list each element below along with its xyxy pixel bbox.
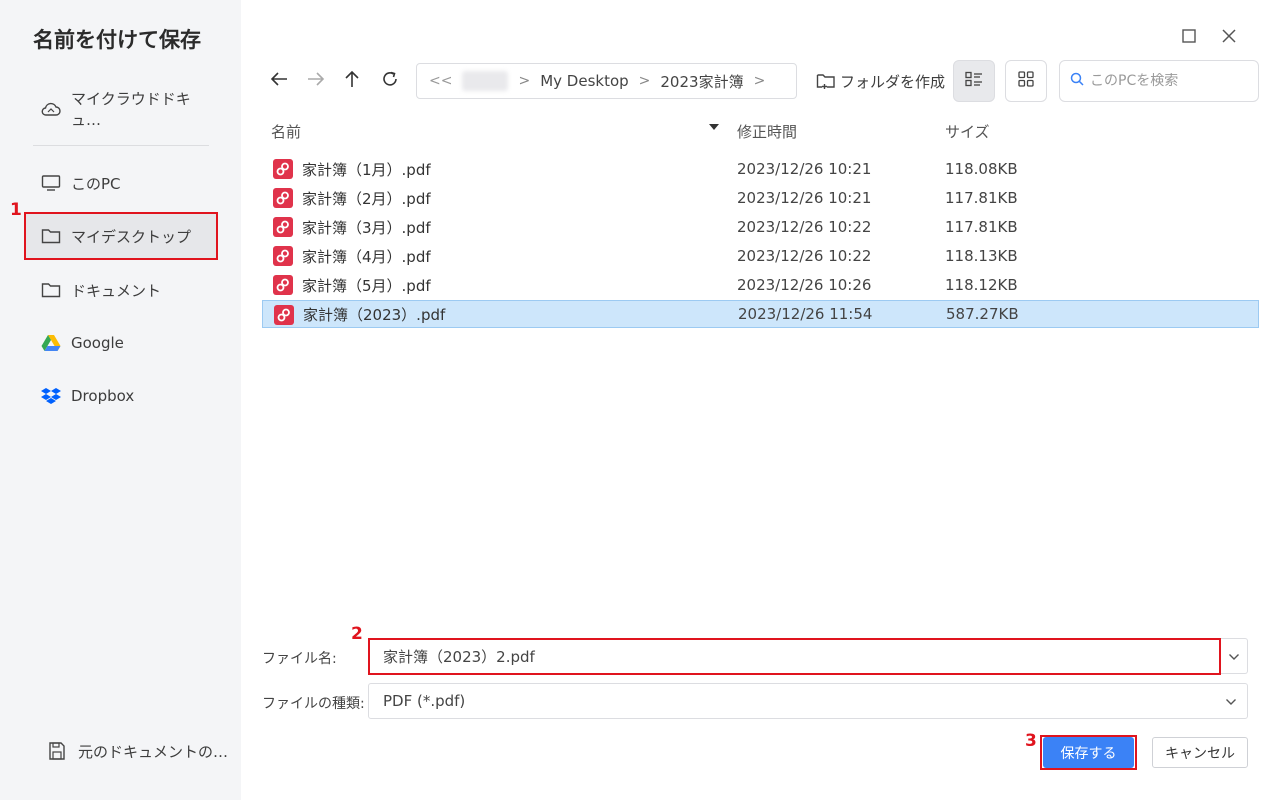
file-size: 587.27KB xyxy=(946,305,1019,323)
file-size: 118.08KB xyxy=(945,160,1018,178)
breadcrumb-item-current[interactable]: 2023家計簿 xyxy=(660,71,743,92)
annotation-box-1 xyxy=(24,212,218,260)
file-size: 118.13KB xyxy=(945,247,1018,265)
annotation-box-2 xyxy=(368,638,1221,675)
pdf-file-icon xyxy=(273,188,293,208)
new-folder-icon xyxy=(816,72,836,90)
arrow-up-icon xyxy=(343,69,361,93)
sidebar-item-label: Dropbox xyxy=(71,387,135,405)
save-original-document-item[interactable]: 元のドキュメントの… xyxy=(46,740,228,762)
dropbox-icon xyxy=(40,385,62,407)
new-folder-label: フォルダを作成 xyxy=(840,72,946,91)
column-header-name[interactable]: 名前 xyxy=(271,121,301,142)
filetype-value: PDF (*.pdf) xyxy=(383,692,466,710)
up-button[interactable] xyxy=(338,67,366,95)
save-original-label: 元のドキュメントの… xyxy=(78,742,229,761)
filetype-select[interactable]: PDF (*.pdf) xyxy=(368,683,1248,719)
column-header-size[interactable]: サイズ xyxy=(945,121,990,142)
maximize-icon xyxy=(1182,29,1196,47)
sidebar-item-dropbox[interactable]: Dropbox xyxy=(25,373,217,419)
pdf-file-icon xyxy=(273,246,293,266)
file-size: 118.12KB xyxy=(945,276,1018,294)
file-modified: 2023/12/26 10:26 xyxy=(737,276,872,294)
file-size: 117.81KB xyxy=(945,218,1018,236)
file-name: 家計簿（3月）.pdf xyxy=(302,218,431,237)
sidebar: 名前を付けて保存 マイクラウドドキュ… このPC マイデスクトップ ドキュメント… xyxy=(0,0,241,800)
sidebar-item-this-pc[interactable]: このPC xyxy=(25,160,217,206)
folder-icon xyxy=(40,279,62,301)
sort-desc-icon[interactable] xyxy=(709,124,719,130)
refresh-button[interactable] xyxy=(376,67,404,95)
cancel-button[interactable]: キャンセル xyxy=(1152,737,1248,768)
maximize-button[interactable] xyxy=(1177,26,1201,50)
chevron-right-icon: > xyxy=(753,73,766,89)
sidebar-divider xyxy=(33,145,209,146)
file-name: 家計簿（2月）.pdf xyxy=(302,189,431,208)
pdf-file-icon xyxy=(273,217,293,237)
chevron-down-icon xyxy=(1225,692,1237,710)
breadcrumb-overflow-button[interactable]: << xyxy=(429,73,452,89)
pdf-file-icon xyxy=(273,159,293,179)
list-view-icon xyxy=(965,71,983,91)
annotation-number-2: 2 xyxy=(351,624,363,644)
forward-button[interactable] xyxy=(302,67,330,95)
file-name: 家計簿（1月）.pdf xyxy=(302,160,431,179)
sidebar-item-label: Google xyxy=(71,334,124,352)
column-header-modified[interactable]: 修正時間 xyxy=(737,121,797,142)
pdf-file-icon xyxy=(274,305,294,325)
sidebar-item-label: ドキュメント xyxy=(71,281,162,300)
annotation-box-3 xyxy=(1040,735,1137,770)
breadcrumb: << > My Desktop > 2023家計簿 > xyxy=(416,63,797,99)
search-icon xyxy=(1070,72,1084,90)
table-row[interactable]: 家計簿（5月）.pdf 2023/12/26 10:26 118.12KB xyxy=(262,271,1259,299)
breadcrumb-hidden-segment[interactable] xyxy=(462,71,509,91)
chevron-right-icon: > xyxy=(638,73,651,89)
sidebar-item-my-cloud[interactable]: マイクラウドドキュ… xyxy=(25,86,217,132)
sidebar-item-google[interactable]: Google xyxy=(25,320,217,366)
close-icon xyxy=(1221,28,1237,48)
refresh-icon xyxy=(380,69,400,93)
file-name: 家計簿（5月）.pdf xyxy=(302,276,431,295)
breadcrumb-item-my-desktop[interactable]: My Desktop xyxy=(540,72,628,90)
file-modified: 2023/12/26 11:54 xyxy=(738,305,873,323)
file-modified: 2023/12/26 10:21 xyxy=(737,160,872,178)
filename-history-dropdown[interactable] xyxy=(1221,638,1248,674)
file-modified: 2023/12/26 10:22 xyxy=(737,218,872,236)
annotation-number-1: 1 xyxy=(10,200,22,220)
arrow-right-icon xyxy=(306,70,326,92)
close-button[interactable] xyxy=(1217,26,1241,50)
filename-label: ファイル名: xyxy=(262,651,337,667)
google-drive-icon xyxy=(40,332,62,354)
arrow-left-icon xyxy=(269,70,289,92)
grid-view-icon xyxy=(1018,71,1034,91)
search-box xyxy=(1059,60,1259,102)
file-name: 家計簿（2023）.pdf xyxy=(303,305,446,324)
chevron-right-icon: > xyxy=(518,73,531,89)
table-row[interactable]: 家計簿（2月）.pdf 2023/12/26 10:21 117.81KB xyxy=(262,184,1259,212)
monitor-icon xyxy=(40,172,62,194)
table-row[interactable]: 家計簿（3月）.pdf 2023/12/26 10:22 117.81KB xyxy=(262,213,1259,241)
file-modified: 2023/12/26 10:21 xyxy=(737,189,872,207)
filetype-label: ファイルの種類: xyxy=(262,696,365,712)
file-size: 117.81KB xyxy=(945,189,1018,207)
back-button[interactable] xyxy=(265,67,293,95)
dialog-title: 名前を付けて保存 xyxy=(33,28,201,52)
chevron-down-icon xyxy=(1228,647,1240,665)
save-disk-icon xyxy=(46,740,68,762)
search-input[interactable] xyxy=(1090,73,1240,89)
annotation-number-3: 3 xyxy=(1025,731,1037,751)
table-row-selected[interactable]: 家計簿（2023）.pdf 2023/12/26 11:54 587.27KB xyxy=(262,300,1259,328)
cloud-icon xyxy=(40,98,62,120)
grid-view-button[interactable] xyxy=(1005,60,1047,102)
pdf-file-icon xyxy=(273,275,293,295)
new-folder-button[interactable]: フォルダを作成 xyxy=(816,68,945,94)
table-row[interactable]: 家計簿（4月）.pdf 2023/12/26 10:22 118.13KB xyxy=(262,242,1259,270)
file-modified: 2023/12/26 10:22 xyxy=(737,247,872,265)
table-row[interactable]: 家計簿（1月）.pdf 2023/12/26 10:21 118.08KB xyxy=(262,155,1259,183)
file-name: 家計簿（4月）.pdf xyxy=(302,247,431,266)
list-view-button[interactable] xyxy=(953,60,995,102)
sidebar-item-label: このPC xyxy=(71,174,121,193)
sidebar-item-documents[interactable]: ドキュメント xyxy=(25,267,217,313)
sidebar-item-label: マイクラウドドキュ… xyxy=(71,90,191,129)
